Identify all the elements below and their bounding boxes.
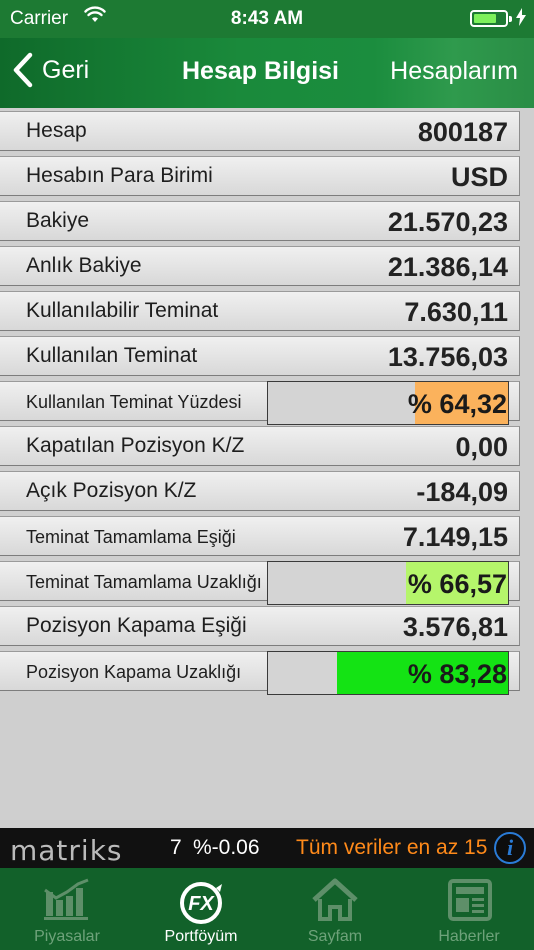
- info-row: Pozisyon Kapama Eşiği 3.576,81: [0, 603, 534, 648]
- percentage-indicator: % 83,28: [267, 651, 509, 695]
- info-row: Hesap 800187: [0, 108, 534, 153]
- percentage-indicator: % 66,57: [267, 561, 509, 605]
- row-label: Anlık Bakiye: [26, 254, 142, 277]
- ticker-message: Tüm veriler en az 15: [296, 836, 488, 859]
- row-value: USD: [450, 162, 508, 192]
- account-info-list: Hesap 800187 Hesabın Para Birimi USD Bakiye 2…: [0, 108, 534, 695]
- row-value: 800187: [417, 117, 508, 147]
- row-value: 7.630,11: [404, 297, 508, 327]
- info-row: Bakiye 21.570,23: [0, 198, 534, 243]
- row-value: 21.570,23: [387, 207, 508, 237]
- info-icon[interactable]: i: [494, 832, 526, 864]
- row-label: Hesabın Para Birimi: [26, 164, 213, 187]
- row-label: Pozisyon Kapama Uzaklığı: [26, 662, 242, 682]
- chevron-left-icon: [13, 52, 33, 88]
- info-row: Kullanılan Teminat 13.756,03: [0, 333, 534, 378]
- percentage-value: % 66,57: [407, 569, 507, 599]
- status-bar: Carrier 8:43 AM: [0, 0, 534, 38]
- info-row: Teminat Tamamlama Eşiği 7.149,15: [0, 513, 534, 558]
- info-row: Hesabın Para Birimi USD: [0, 153, 534, 198]
- row-label: Kullanılabilir Teminat: [26, 299, 219, 322]
- fx-logo-icon: FX: [134, 878, 268, 924]
- ticker-count: 7: [170, 836, 182, 859]
- info-row: Pozisyon Kapama Uzaklığı % 83,28: [0, 648, 534, 695]
- row-label: Bakiye: [26, 209, 90, 232]
- svg-text:FX: FX: [188, 893, 215, 915]
- matriks-logo: matriks: [10, 834, 123, 867]
- percentage-indicator: % 64,32: [267, 381, 509, 425]
- tab-portfoyum[interactable]: FX Portföyüm: [134, 868, 268, 950]
- tab-sayfam[interactable]: Sayfam: [268, 868, 402, 950]
- row-label: Kullanılan Teminat: [26, 344, 198, 367]
- navigation-bar: Geri Hesap Bilgisi Hesaplarım: [0, 38, 534, 108]
- info-row: Açık Pozisyon K/Z -184,09: [0, 468, 534, 513]
- info-row: Anlık Bakiye 21.386,14: [0, 243, 534, 288]
- row-value: 7.149,15: [402, 522, 508, 552]
- tab-piyasalar[interactable]: Piyasalar: [0, 868, 134, 950]
- home-icon: [268, 878, 402, 924]
- chart-bars-icon: [0, 878, 134, 924]
- battery-icon: [470, 10, 512, 27]
- tab-label: Haberler: [438, 928, 500, 945]
- info-row: Kapatılan Pozisyon K/Z 0,00: [0, 423, 534, 468]
- row-label: Teminat Tamamlama Uzaklığı: [26, 572, 262, 592]
- tab-label: Sayfam: [307, 928, 363, 945]
- row-label: Pozisyon Kapama Eşiği: [26, 614, 247, 637]
- accounts-button[interactable]: Hesaplarım: [390, 57, 518, 86]
- newspaper-icon: [402, 878, 534, 924]
- charging-bolt-icon: [516, 8, 526, 32]
- page-title: Hesap Bilgisi: [182, 57, 339, 85]
- tab-label: Piyasalar: [34, 928, 100, 945]
- row-label: Kapatılan Pozisyon K/Z: [26, 434, 245, 457]
- row-value: 21.386,14: [387, 252, 508, 282]
- row-value: 0,00: [455, 432, 508, 462]
- clock: 8:43 AM: [230, 8, 304, 29]
- row-label: Kullanılan Teminat Yüzdesi: [26, 392, 242, 412]
- tab-bar: Piyasalar FX Portföyüm Sayfam Haberler: [0, 868, 534, 950]
- tab-haberler[interactable]: Haberler: [402, 868, 534, 950]
- percentage-value: % 83,28: [407, 659, 507, 689]
- info-row: Teminat Tamamlama Uzaklığı % 66,57: [0, 558, 534, 605]
- ticker-bar: matriks 7 %-0.06 Tüm veriler en az 15 i: [0, 828, 534, 868]
- row-value: 3.576,81: [402, 612, 508, 642]
- ticker-change: %-0.06: [193, 836, 260, 859]
- row-label: Teminat Tamamlama Eşiği: [26, 527, 236, 547]
- row-label: Açık Pozisyon K/Z: [26, 479, 197, 502]
- row-value: -184,09: [416, 477, 508, 507]
- back-button-label: Geri: [42, 55, 90, 84]
- row-label: Hesap: [26, 119, 87, 142]
- row-value: 13.756,03: [387, 342, 508, 372]
- info-row: Kullanılan Teminat Yüzdesi % 64,32: [0, 378, 534, 425]
- back-button[interactable]: Geri: [12, 52, 89, 88]
- info-row: Kullanılabilir Teminat 7.630,11: [0, 288, 534, 333]
- tab-label: Portföyüm: [164, 928, 238, 945]
- percentage-value: % 64,32: [407, 389, 507, 419]
